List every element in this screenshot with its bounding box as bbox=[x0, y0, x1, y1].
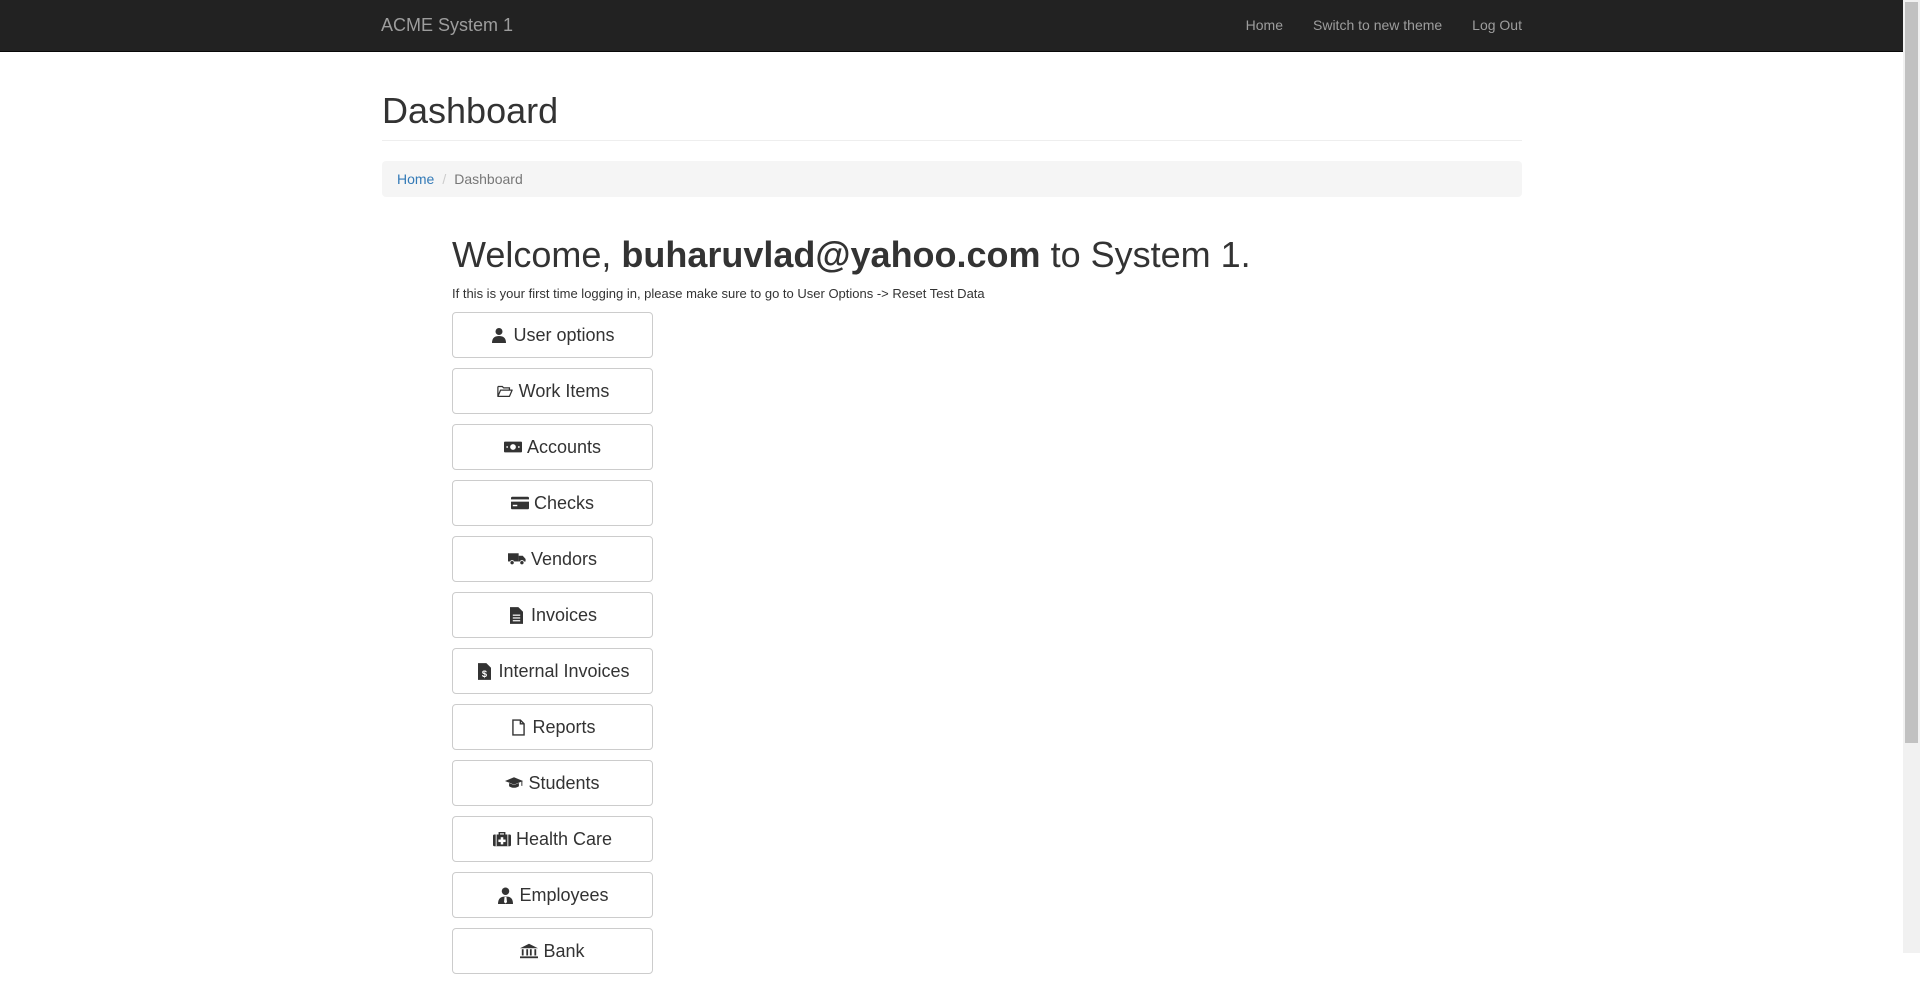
nav-switch-theme-link[interactable]: Switch to new theme bbox=[1298, 0, 1457, 51]
invoices-button[interactable]: Invoices bbox=[452, 592, 653, 638]
breadcrumb: Home / Dashboard bbox=[382, 161, 1522, 197]
invoices-label: Invoices bbox=[530, 604, 598, 625]
svg-text:$: $ bbox=[482, 669, 488, 679]
welcome-heading: Welcome, buharuvlad@yahoo.com to System … bbox=[452, 235, 1522, 275]
first-login-hint: If this is your first time logging in, p… bbox=[452, 286, 985, 301]
folder-open-icon bbox=[496, 382, 514, 400]
scrollbar-thumb[interactable] bbox=[1905, 2, 1918, 743]
bank-button[interactable]: Bank bbox=[452, 928, 653, 974]
dashboard-content: Welcome, buharuvlad@yahoo.com to System … bbox=[452, 235, 1522, 974]
file-invoice-dollar-icon: $ bbox=[475, 662, 493, 680]
medkit-icon bbox=[492, 830, 511, 848]
employees-button[interactable]: Employees bbox=[452, 872, 653, 918]
nav-logout-link[interactable]: Log Out bbox=[1457, 0, 1522, 51]
checks-label: Checks bbox=[533, 492, 595, 513]
truck-icon bbox=[507, 550, 526, 568]
credit-card-icon bbox=[510, 494, 529, 512]
internal-invoices-button[interactable]: $ Internal Invoices bbox=[452, 648, 653, 694]
page-scrollbar[interactable] bbox=[1903, 0, 1920, 953]
accounts-label: Accounts bbox=[526, 436, 602, 457]
reports-label: Reports bbox=[532, 716, 596, 737]
welcome-prefix: Welcome, bbox=[452, 234, 622, 275]
user-tie-icon bbox=[496, 886, 514, 904]
nav-links: Home Switch to new theme Log Out bbox=[1231, 0, 1522, 51]
bank-icon bbox=[520, 942, 539, 960]
work-items-button[interactable]: Work Items bbox=[452, 368, 653, 414]
checks-button[interactable]: Checks bbox=[452, 480, 653, 526]
welcome-suffix: to System 1. bbox=[1040, 234, 1251, 275]
page-title: Dashboard bbox=[382, 90, 559, 131]
dashboard-menu: User options Work Items Accounts Checks bbox=[452, 312, 1522, 974]
breadcrumb-home-link[interactable]: Home bbox=[397, 171, 434, 187]
user-options-button[interactable]: User options bbox=[452, 312, 653, 358]
money-icon bbox=[503, 438, 522, 456]
vendors-label: Vendors bbox=[530, 548, 598, 569]
main-container: Dashboard Home / Dashboard Welcome, buha… bbox=[382, 51, 1522, 984]
students-label: Students bbox=[528, 772, 600, 793]
accounts-button[interactable]: Accounts bbox=[452, 424, 653, 470]
nav-home-link[interactable]: Home bbox=[1231, 0, 1298, 51]
health-care-label: Health Care bbox=[515, 828, 613, 849]
employees-label: Employees bbox=[519, 884, 609, 905]
reports-button[interactable]: Reports bbox=[452, 704, 653, 750]
user-options-label: User options bbox=[513, 324, 615, 345]
internal-invoices-label: Internal Invoices bbox=[498, 660, 630, 681]
work-items-label: Work Items bbox=[518, 380, 610, 401]
user-icon bbox=[490, 326, 508, 344]
health-care-button[interactable]: Health Care bbox=[452, 816, 653, 862]
welcome-user: buharuvlad@yahoo.com bbox=[621, 234, 1041, 275]
graduation-cap-icon bbox=[505, 774, 524, 792]
bank-label: Bank bbox=[543, 940, 585, 961]
students-button[interactable]: Students bbox=[452, 760, 653, 806]
file-text-icon bbox=[508, 606, 526, 624]
breadcrumb-separator: / bbox=[442, 171, 447, 187]
brand-link[interactable]: ACME System 1 bbox=[381, 0, 513, 51]
breadcrumb-current: Dashboard bbox=[454, 171, 523, 187]
top-navbar: ACME System 1 Home Switch to new theme L… bbox=[0, 0, 1904, 52]
vendors-button[interactable]: Vendors bbox=[452, 536, 653, 582]
page-header: Dashboard bbox=[382, 91, 1522, 141]
file-icon bbox=[509, 718, 527, 736]
